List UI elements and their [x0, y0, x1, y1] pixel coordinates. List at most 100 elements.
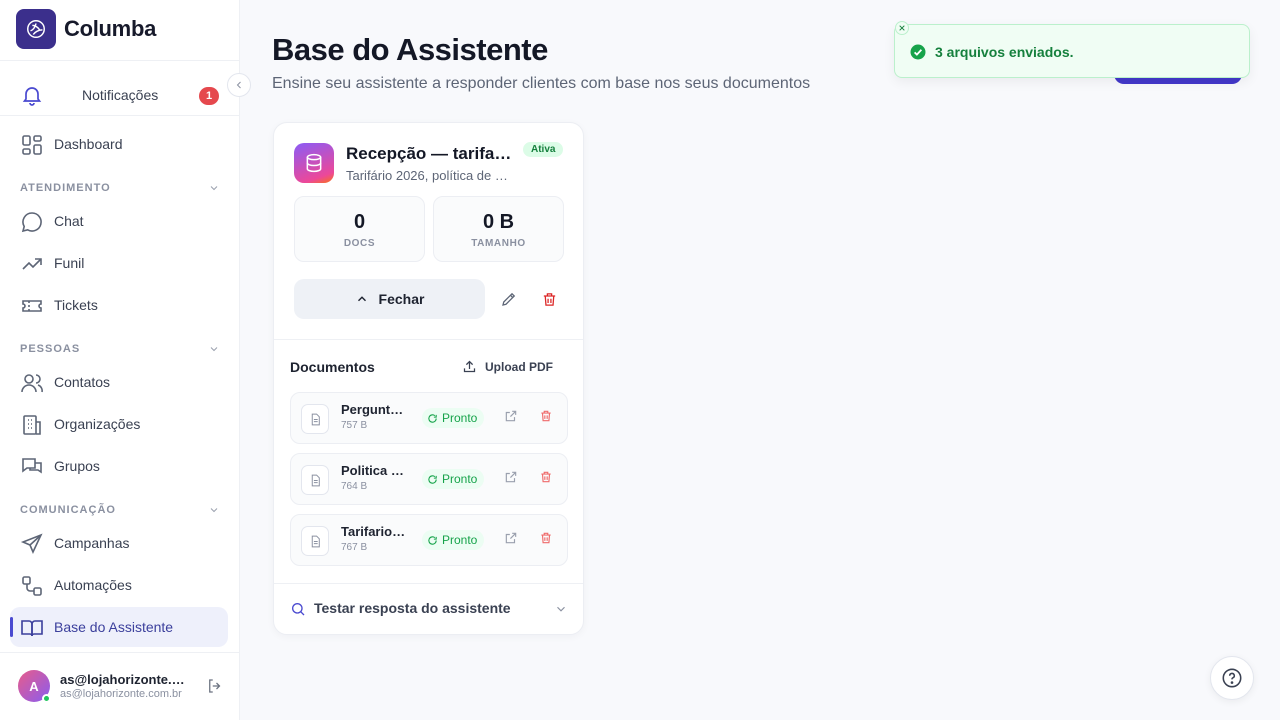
section-label: PESSOAS	[20, 343, 81, 355]
toast-notification: 3 arquivos enviados.	[894, 24, 1250, 78]
knowledge-base-description: Tarifário 2026, política de cancelamento…	[346, 168, 514, 183]
sidebar-item-funil[interactable]: Funil	[10, 243, 228, 283]
document-row[interactable]: Perguntas frequentes.pdf 757 B Pronto	[290, 392, 568, 444]
sidebar-item-label: Chat	[54, 213, 84, 229]
stat-label: DOCS	[343, 238, 376, 249]
chevron-up-icon	[357, 296, 366, 302]
toast-message: 3 arquivos enviados.	[935, 44, 1074, 60]
brand[interactable]: Columba	[16, 9, 156, 49]
collapse-sidebar-button[interactable]	[227, 73, 251, 97]
edit-button[interactable]	[497, 287, 521, 311]
section-title-atendimento[interactable]: ATENDIMENTO	[20, 182, 220, 194]
trash-icon	[543, 292, 555, 306]
refresh-icon	[428, 474, 437, 484]
sidebar-item-grupos[interactable]: Grupos	[10, 446, 228, 486]
test-assistant-label: Testar resposta do assistente	[314, 600, 511, 616]
book-icon	[21, 620, 43, 637]
sidebar-item-label: Dashboard	[54, 136, 123, 152]
external-link-icon[interactable]	[504, 470, 518, 484]
app-name: Columba	[64, 16, 157, 41]
messages-icon	[22, 458, 42, 474]
dashboard-icon	[22, 135, 42, 155]
divider	[0, 60, 239, 61]
sidebar: Columba Notificações 1 Dashboard ATENDIM…	[0, 0, 240, 720]
file-icon	[301, 404, 329, 434]
external-link-icon[interactable]	[504, 409, 518, 423]
stat-value: 0 B	[482, 211, 515, 233]
sidebar-item-tickets[interactable]: Tickets	[10, 285, 228, 325]
stat-value: 0	[353, 211, 366, 233]
check-circle-icon	[910, 44, 926, 60]
upload-pdf-button[interactable]: Upload PDF	[462, 359, 553, 374]
active-indicator	[10, 617, 13, 637]
user-name: as@lojahorizonte.com.br	[60, 672, 190, 687]
sidebar-item-label: Automações	[54, 577, 132, 593]
divider	[274, 583, 583, 584]
knowledge-base-title: Recepção — tarifas, políticas e pergunta…	[346, 144, 514, 163]
stat-size: 0 B TAMANHO	[433, 196, 564, 262]
section-label: ATENDIMENTO	[20, 182, 111, 194]
trash-icon[interactable]	[539, 409, 553, 423]
knowledge-base-card: Recepção — tarifas, políticas e pergunta…	[273, 122, 584, 635]
sidebar-item-organizacoes[interactable]: Organizações	[10, 404, 228, 444]
trash-icon[interactable]	[539, 531, 553, 545]
divider	[0, 115, 239, 116]
chevron-down-icon	[557, 606, 565, 612]
document-status-badge: Pronto	[422, 408, 485, 428]
document-status-badge: Pronto	[422, 469, 485, 489]
chevron-down-icon	[210, 347, 218, 352]
notifications-label: Notificações	[82, 87, 159, 103]
sidebar-item-campanhas[interactable]: Campanhas	[10, 523, 228, 563]
sidebar-item-contatos[interactable]: Contatos	[10, 362, 228, 402]
section-title-pessoas[interactable]: PESSOAS	[20, 343, 220, 355]
document-status: Pronto	[442, 411, 478, 425]
external-link-icon[interactable]	[504, 531, 518, 545]
sidebar-item-base-do-assistente[interactable]: Base do Assistente	[10, 607, 228, 647]
sidebar-item-chat[interactable]: Chat	[10, 201, 228, 241]
section-label: COMUNICAÇÃO	[20, 504, 116, 516]
delete-base-button[interactable]	[537, 287, 561, 311]
refresh-icon	[428, 535, 437, 545]
divider	[0, 652, 239, 653]
document-status: Pronto	[442, 533, 478, 547]
trending-up-icon	[22, 258, 42, 270]
trash-icon[interactable]	[539, 470, 553, 484]
workflow-icon	[22, 576, 42, 596]
sidebar-item-automacoes[interactable]: Automações	[10, 565, 228, 605]
file-icon	[301, 526, 329, 556]
documents-title: Documentos	[290, 359, 375, 375]
document-size: 757 B	[341, 420, 368, 431]
sidebar-item-label: Contatos	[54, 374, 111, 390]
sidebar-item-label: Campanhas	[54, 535, 130, 551]
status-badge: Ativa	[523, 142, 564, 157]
document-row[interactable]: Tarifario 2026.pdf 767 B Pronto	[290, 514, 568, 566]
send-icon	[20, 533, 43, 554]
document-status: Pronto	[442, 472, 478, 486]
page-title: Base do Assistente	[272, 32, 548, 67]
logout-icon[interactable]	[206, 677, 224, 695]
document-size: 767 B	[341, 542, 368, 553]
online-status-dot	[42, 694, 51, 703]
columba-logo-icon	[16, 9, 56, 49]
notifications-badge: 1	[199, 87, 219, 105]
sidebar-item-label: Grupos	[54, 458, 100, 474]
document-row[interactable]: Politica de cancelamento.pdf 764 B Pront…	[290, 453, 568, 505]
refresh-icon	[428, 413, 437, 423]
bell-icon	[22, 87, 42, 106]
stat-label: TAMANHO	[471, 238, 526, 249]
user-profile[interactable]: A as@lojahorizonte.com.br as@lojahorizon…	[18, 670, 228, 703]
file-icon	[301, 465, 329, 495]
ticket-icon	[22, 300, 42, 312]
sidebar-item-dashboard[interactable]: Dashboard	[10, 124, 228, 164]
sidebar-item-label: Tickets	[54, 297, 98, 313]
close-button[interactable]: Fechar	[294, 279, 485, 319]
section-title-comunicacao[interactable]: COMUNICAÇÃO	[20, 504, 220, 516]
test-assistant-toggle[interactable]: Testar resposta do assistente	[290, 600, 570, 617]
help-button[interactable]	[1210, 656, 1254, 700]
chevron-left-icon	[236, 81, 241, 89]
divider	[274, 339, 583, 340]
document-name: Politica de cancelamento.pdf	[341, 463, 407, 478]
user-email: as@lojahorizonte.com.br	[60, 688, 182, 700]
toast-close-button[interactable]	[895, 21, 909, 35]
sidebar-item-label: Base do Assistente	[54, 619, 174, 635]
